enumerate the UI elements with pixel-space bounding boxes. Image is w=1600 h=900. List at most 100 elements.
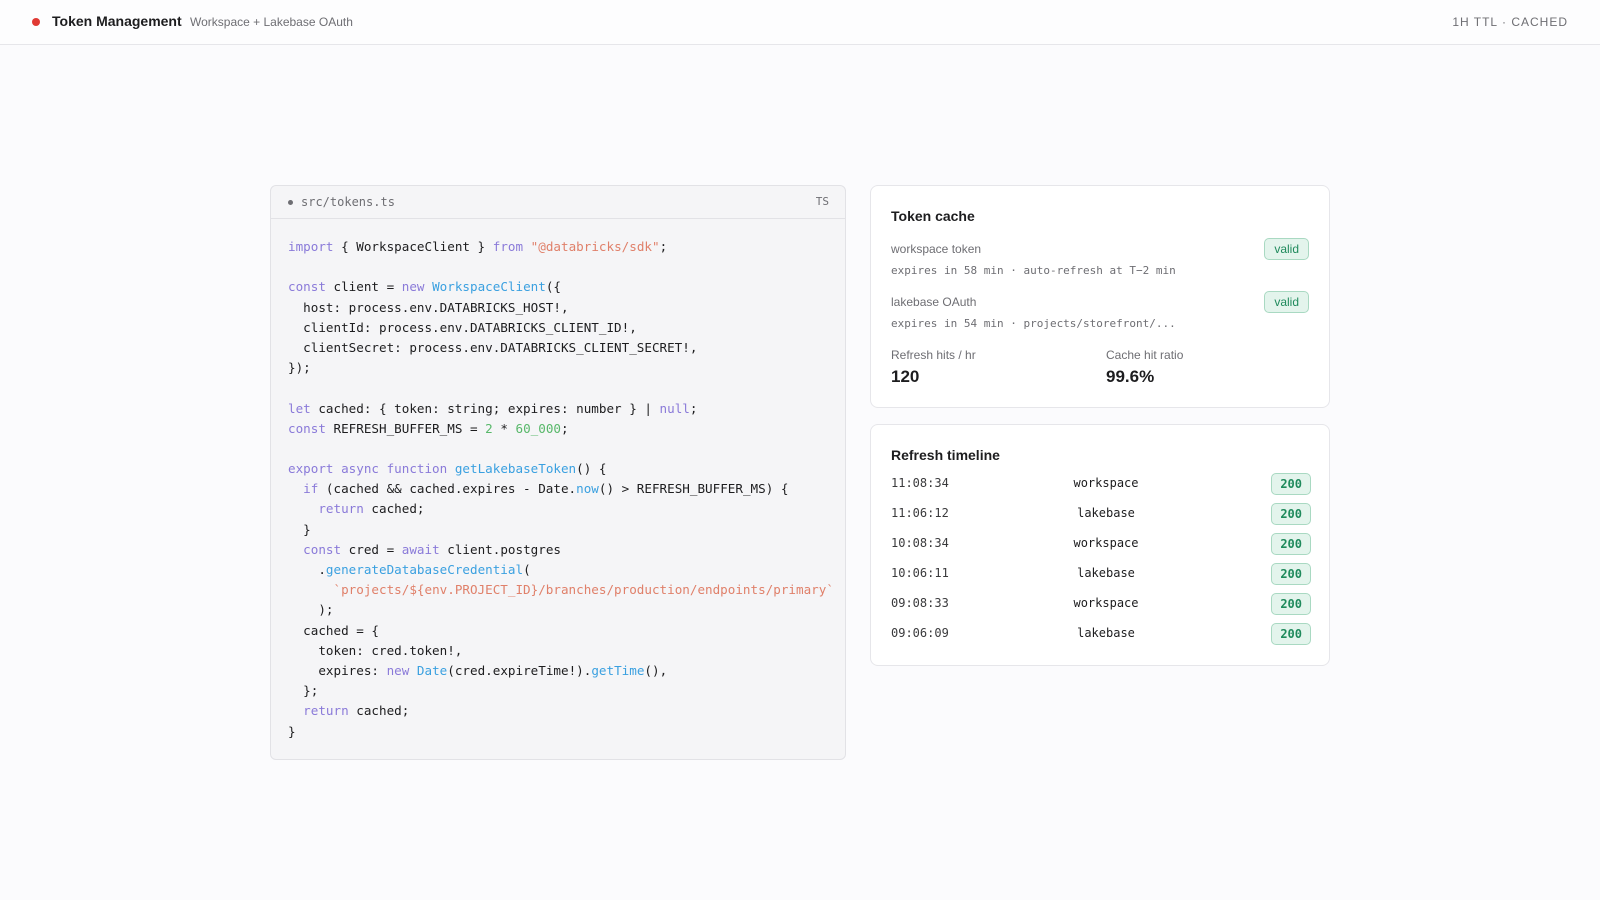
timeline-row: 11:08:34 workspace 200 [891,472,1311,496]
token-cache-card: Token cache workspace token valid expire… [870,185,1330,408]
timeline-status-code: 200 [1271,473,1311,495]
timeline-status-code: 200 [1271,503,1311,525]
code-token: } [288,723,296,739]
lakebase-token-meta: expires in 54 min · projects/storefront/… [891,317,1176,330]
code-token: "@databricks/sdk" [530,239,660,254]
code-token: cached = { [288,622,379,638]
timeline-source: lakebase [1077,626,1135,640]
code-line: let cached: { token: string; expires: nu… [288,399,845,419]
code-body[interactable]: import { WorkspaceClient } from "@databr… [271,219,845,742]
code-language-badge: TS [815,195,829,208]
code-token: ; [689,400,698,416]
ttl-status-label: 1H TTL · CACHED [1452,15,1568,29]
timeline-source: workspace [1073,536,1139,550]
code-token: (), [644,662,668,678]
page-title: Token Management [52,13,182,29]
workspace-token-status-badge: valid [1264,238,1309,260]
page-subtitle: Workspace + Lakebase OAuth [190,15,353,29]
cache-hit-ratio-label: Cache hit ratio [1106,348,1184,362]
code-line: } [288,520,845,540]
file-dot-icon [288,200,293,205]
timeline-status-code: 200 [1271,533,1311,555]
workspace-token-label: workspace token [891,242,982,256]
code-token: import [288,239,334,254]
code-token: await [401,541,440,557]
code-token: host: process.env.DATABRICKS_HOST!, [288,299,569,315]
code-token: cached; [363,501,425,517]
code-line: const REFRESH_BUFFER_MS = 2 * 60_000; [288,419,845,439]
code-token: from [492,239,524,254]
code-token: ({ [545,279,561,295]
code-token: const [288,279,326,295]
code-line: import { WorkspaceClient } from "@databr… [288,237,845,257]
code-token: WorkspaceClient [432,279,546,295]
token-cache-title: Token cache [891,208,975,224]
code-token: }; [288,683,319,699]
status-dot-icon [32,18,40,26]
refresh-hits-label: Refresh hits / hr [891,348,976,362]
code-token: const [288,420,326,436]
code-token: }); [288,360,311,376]
code-token: let [288,400,311,416]
code-line: ); [288,600,845,620]
timeline-time: 11:08:34 [891,476,949,490]
code-line: }; [288,681,845,701]
timeline-row: 09:06:09 lakebase 200 [891,622,1311,646]
code-token: client.postgres [439,541,562,557]
code-token: (cached && cached.expires - Date. [318,481,577,497]
code-token: 2 [485,420,493,436]
code-token: () { [576,461,607,477]
code-line: const cred = await client.postgres [288,540,845,560]
code-panel-header: src/tokens.ts TS [271,186,845,219]
code-token: getLakebaseToken [454,461,577,477]
code-token: clientId: process.env.DATABRICKS_CLIENT_… [288,319,637,335]
code-line: `projects/${env.PROJECT_ID}/branches/pro… [288,580,845,600]
code-token: ( [523,562,531,577]
code-token: token: cred.token!, [288,642,463,658]
lakebase-token-label: lakebase OAuth [891,295,977,309]
timeline-status-code: 200 [1271,623,1311,645]
code-token: . [288,562,326,577]
code-token: 60_000 [515,420,562,436]
timeline-row: 11:06:12 lakebase 200 [891,502,1311,526]
workspace-token-meta: expires in 58 min · auto-refresh at T−2 … [891,264,1176,277]
code-token: `projects/${env.PROJECT_ID}/branches/pro… [333,582,834,598]
timeline-source: workspace [1073,596,1139,610]
cache-hit-ratio-value: 99.6% [1106,367,1155,386]
timeline-row: 10:06:11 lakebase 200 [891,562,1311,586]
code-line: clientId: process.env.DATABRICKS_CLIENT_… [288,318,845,338]
code-line: const client = new WorkspaceClient({ [288,277,845,297]
timeline-source: lakebase [1077,506,1135,520]
timeline-status-code: 200 [1271,593,1311,615]
code-token: cred = [341,541,402,557]
code-line: cached = { [288,621,845,641]
code-line: export async function getLakebaseToken()… [288,459,845,479]
code-token: * [492,420,516,436]
code-token: expires: [288,662,387,678]
code-line: token: cred.token!, [288,641,845,661]
code-token: REFRESH_BUFFER_MS = [325,420,486,436]
code-token: Date [416,662,448,678]
code-token: export async function [288,461,448,477]
code-token: { WorkspaceClient } [333,239,493,254]
code-token: client = [325,279,402,295]
code-line: clientSecret: process.env.DATABRICKS_CLI… [288,338,845,358]
timeline-source: lakebase [1077,566,1135,580]
refresh-timeline-title: Refresh timeline [891,447,1000,463]
code-line: host: process.env.DATABRICKS_HOST!, [288,298,845,318]
code-token: cached; [348,703,410,719]
code-token: now [576,481,599,497]
timeline-time: 11:06:12 [891,506,949,520]
code-filename[interactable]: src/tokens.ts [301,195,395,209]
code-token: () > REFRESH_BUFFER_MS) { [598,481,789,497]
code-token: if [303,481,319,497]
timeline-time: 10:06:11 [891,566,949,580]
